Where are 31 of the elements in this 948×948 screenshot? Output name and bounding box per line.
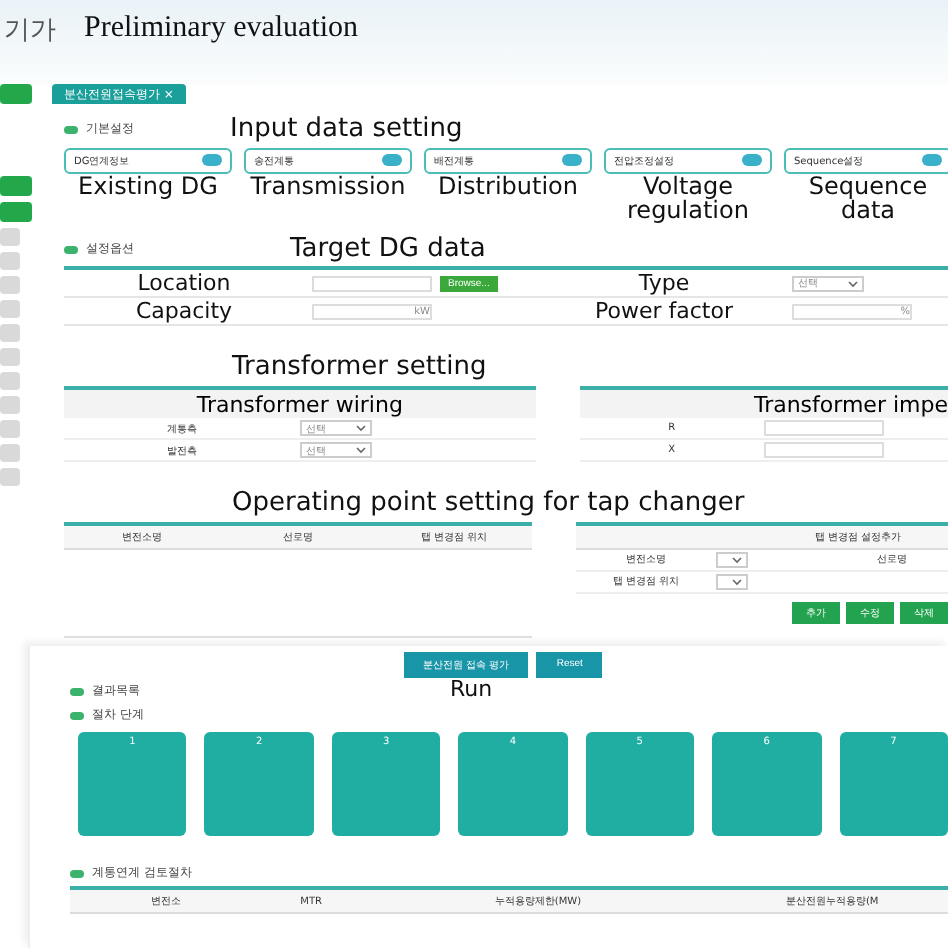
field-label: Power factor — [593, 298, 735, 325]
annotation-label: Transformer setting — [232, 354, 487, 383]
field-label: Capacity — [133, 298, 235, 325]
sidebar-button[interactable] — [0, 84, 32, 104]
chevron-down-icon — [355, 424, 366, 433]
field-label: Location — [135, 270, 233, 297]
table-header: Transformer impe — [579, 390, 948, 419]
annotation-label: Existing DG — [78, 173, 218, 199]
chevron-down-icon — [732, 577, 742, 586]
select-field[interactable] — [716, 573, 748, 590]
input-field[interactable] — [312, 275, 432, 292]
sidebar-button[interactable] — [0, 176, 32, 196]
input-field[interactable] — [763, 420, 884, 437]
annotation-label: Input data setting — [230, 116, 463, 144]
chevron-down-icon — [848, 279, 858, 288]
annotation-label: Distribution — [437, 173, 578, 199]
chevron-down-icon — [732, 555, 742, 564]
annotation-label: Transmission — [250, 173, 406, 199]
annotation-label: Operating point setting for tap changer — [232, 490, 745, 518]
annotation-label: Target DG data — [290, 235, 486, 263]
annotation-label: Voltage regulation — [625, 173, 751, 224]
sidebar-button[interactable] — [0, 202, 32, 222]
input-field[interactable] — [763, 442, 884, 459]
page-title: Preliminary evaluation — [84, 12, 359, 46]
logo-text: 기가 — [4, 14, 56, 48]
field-label: Type — [636, 270, 692, 297]
annotation-label: Run — [450, 677, 493, 701]
chevron-down-icon — [355, 446, 366, 455]
annotation-label: Sequence data — [806, 173, 930, 224]
table-header: Transformer wiring — [64, 390, 536, 419]
select-field[interactable] — [716, 551, 748, 568]
